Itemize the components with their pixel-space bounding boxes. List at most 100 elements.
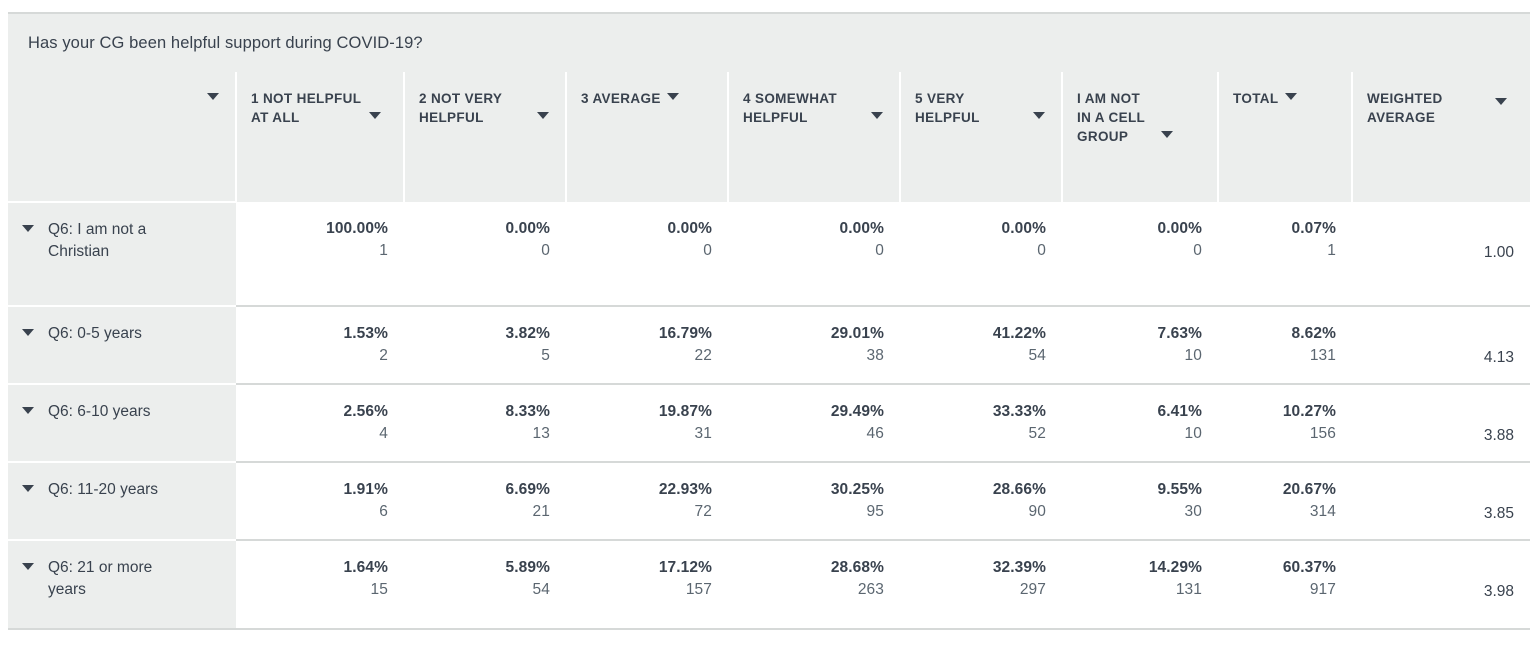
- cell-percent: 20.67%: [1282, 481, 1336, 498]
- cell-count: 10: [1184, 425, 1202, 442]
- sort-caret-down-icon[interactable]: [871, 112, 883, 119]
- column-header-somewhat-helpful[interactable]: 4 SOMEWHAT HELPFUL: [727, 72, 900, 202]
- cell-count: 156: [1309, 425, 1336, 442]
- expand-caret-down-icon[interactable]: [22, 225, 34, 232]
- sort-caret-down-icon[interactable]: [1495, 98, 1507, 105]
- column-header-not-helpful-at-all[interactable]: 1 NOT HELPFUL AT ALL: [235, 72, 404, 202]
- crosstab-table: 1 NOT HELPFUL AT ALL 2 NOT VERY HELPFUL …: [8, 72, 1530, 628]
- cell-count: 297: [1019, 581, 1046, 598]
- cell-count: 1: [379, 242, 388, 259]
- data-cell: 6.69% 21: [404, 461, 566, 540]
- row-label-cell[interactable]: Q6: 11-20 years: [8, 461, 236, 540]
- cell-percent: 9.55%: [1157, 481, 1202, 498]
- row-label-cell[interactable]: Q6: 0-5 years: [8, 305, 236, 384]
- cell-count: 30: [1184, 503, 1202, 520]
- data-cell: 33.33% 52: [900, 383, 1062, 462]
- cell-count: 131: [1309, 347, 1336, 364]
- column-header-total[interactable]: TOTAL: [1217, 72, 1352, 202]
- sort-caret-down-icon[interactable]: [1284, 93, 1297, 100]
- table-header-row: 1 NOT HELPFUL AT ALL 2 NOT VERY HELPFUL …: [8, 72, 1530, 202]
- column-header-weighted-average[interactable]: WEIGHTED AVERAGE: [1351, 72, 1530, 202]
- cell-percent: 14.29%: [1148, 559, 1202, 576]
- cell-count: 314: [1309, 503, 1336, 520]
- table-row: Q6: 6-10 years 2.56% 4 8.33% 13 19.87% 3…: [8, 383, 1530, 462]
- weighted-average-cell: 3.85: [1352, 461, 1530, 540]
- cell-count: 0: [703, 242, 712, 259]
- cell-percent: 10.27%: [1282, 403, 1336, 420]
- row-label-text: Q6: 6-10 years: [48, 403, 151, 420]
- row-label-text: Q6: 0-5 years: [48, 325, 142, 342]
- data-cell: 3.82% 5: [404, 305, 566, 384]
- sort-caret-down-icon[interactable]: [369, 112, 381, 119]
- column-header-very-helpful[interactable]: 5 VERY HELPFUL: [899, 72, 1062, 202]
- cell-percent: 0.00%: [505, 220, 550, 237]
- cell-count: 157: [685, 581, 712, 598]
- cell-count: 95: [866, 503, 884, 520]
- data-cell: 29.49% 46: [728, 383, 900, 462]
- data-cell: 5.89% 54: [404, 539, 566, 628]
- cell-percent: 3.82%: [505, 325, 550, 342]
- sort-caret-down-icon[interactable]: [207, 93, 219, 100]
- cell-percent: 0.00%: [667, 220, 712, 237]
- data-cell: 22.93% 72: [566, 461, 728, 540]
- column-header-label: 2 NOT VERY HELPFUL: [419, 91, 503, 126]
- total-cell: 0.07% 1: [1218, 202, 1352, 306]
- table-row: Q6: 21 or more years 1.64% 15 5.89% 54 1…: [8, 539, 1530, 628]
- sort-caret-down-icon[interactable]: [1161, 131, 1173, 138]
- column-header-label: 4 SOMEWHAT HELPFUL: [743, 91, 837, 126]
- cell-percent: 8.33%: [505, 403, 550, 420]
- row-label-cell[interactable]: Q6: I am not a Christian: [8, 201, 236, 306]
- cell-count: 5: [541, 347, 550, 364]
- sort-caret-down-icon[interactable]: [666, 93, 679, 100]
- cell-count: 0: [1037, 242, 1046, 259]
- sort-caret-down-icon[interactable]: [1033, 112, 1045, 119]
- question-header: Has your CG been helpful support during …: [8, 14, 1530, 72]
- table-row: Q6: I am not a Christian 100.00% 1 0.00%…: [8, 201, 1530, 306]
- cell-count: 0: [875, 242, 884, 259]
- column-header-label: 1 NOT HELPFUL AT ALL: [251, 91, 362, 126]
- sort-caret-down-icon[interactable]: [537, 112, 549, 119]
- column-header-not-very-helpful[interactable]: 2 NOT VERY HELPFUL: [403, 72, 566, 202]
- cell-percent: 7.63%: [1157, 325, 1202, 342]
- question-title: Has your CG been helpful support during …: [28, 33, 423, 52]
- column-header-rowlabel[interactable]: [8, 72, 236, 202]
- cell-count: 917: [1309, 581, 1336, 598]
- expand-caret-down-icon[interactable]: [22, 563, 34, 570]
- cell-count: 72: [694, 503, 712, 520]
- data-cell: 0.00% 0: [404, 202, 566, 306]
- data-cell: 100.00% 1: [236, 202, 404, 306]
- cell-percent: 19.87%: [658, 403, 712, 420]
- total-cell: 10.27% 156: [1218, 383, 1352, 462]
- cell-percent: 16.79%: [658, 325, 712, 342]
- row-label-text: Q6: 21 or more years: [48, 559, 153, 598]
- row-label-text: Q6: I am not a Christian: [48, 221, 147, 260]
- cell-count: 31: [694, 425, 712, 442]
- table-row: Q6: 0-5 years 1.53% 2 3.82% 5 16.79% 22: [8, 305, 1530, 384]
- data-cell: 17.12% 157: [566, 539, 728, 628]
- data-cell: 9.55% 30: [1062, 461, 1218, 540]
- row-label-cell[interactable]: Q6: 6-10 years: [8, 383, 236, 462]
- data-cell: 29.01% 38: [728, 305, 900, 384]
- data-cell: 16.79% 22: [566, 305, 728, 384]
- table-body: Q6: I am not a Christian 100.00% 1 0.00%…: [8, 201, 1530, 628]
- expand-caret-down-icon[interactable]: [22, 407, 34, 414]
- cell-percent: 5.89%: [505, 559, 550, 576]
- crosstab-container: Has your CG been helpful support during …: [0, 0, 1538, 630]
- cell-percent: 1.64%: [343, 559, 388, 576]
- row-label-cell[interactable]: Q6: 21 or more years: [8, 539, 236, 628]
- cell-percent: 0.07%: [1291, 220, 1336, 237]
- data-cell: 19.87% 31: [566, 383, 728, 462]
- cell-count: 22: [694, 347, 712, 364]
- cell-count: 13: [532, 425, 550, 442]
- cell-percent: 6.69%: [505, 481, 550, 498]
- column-header-average[interactable]: 3 AVERAGE: [565, 72, 728, 202]
- cell-percent: 0.00%: [1001, 220, 1046, 237]
- cell-percent: 0.00%: [839, 220, 884, 237]
- cell-count: 52: [1028, 425, 1046, 442]
- cell-percent: 17.12%: [658, 559, 712, 576]
- column-header-not-in-a-cell-group[interactable]: I AM NOT IN A CELL GROUP: [1061, 72, 1218, 202]
- expand-caret-down-icon[interactable]: [22, 485, 34, 492]
- total-cell: 20.67% 314: [1218, 461, 1352, 540]
- cell-count: 54: [1028, 347, 1046, 364]
- expand-caret-down-icon[interactable]: [22, 329, 34, 336]
